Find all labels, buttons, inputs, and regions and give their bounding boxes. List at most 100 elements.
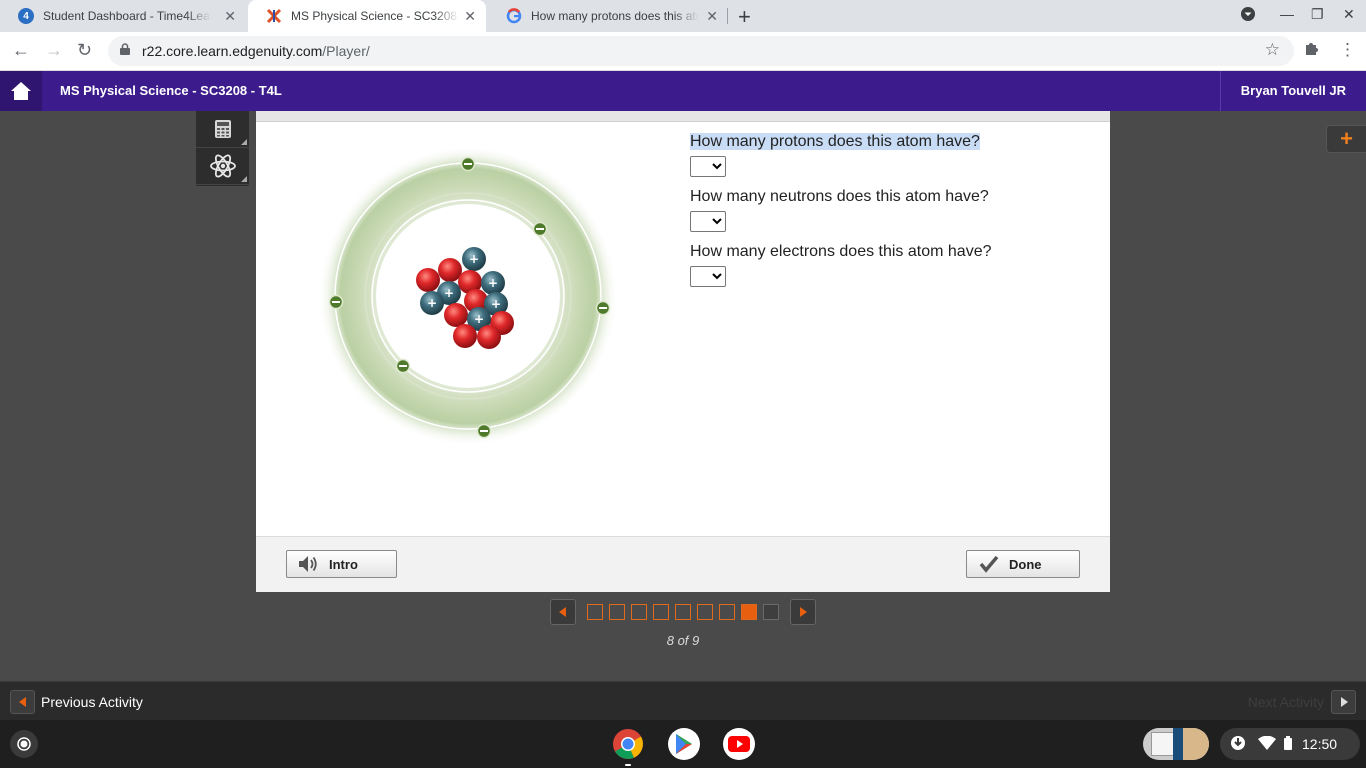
play-store-app-icon[interactable]	[668, 728, 700, 760]
tab-title: How many protons does this atom have	[531, 9, 699, 23]
svg-text:+: +	[491, 297, 501, 311]
tab-ms-physical-science[interactable]: MS Physical Science - SC3208 - T4L ✕	[248, 0, 486, 32]
chrome-app-icon[interactable]	[612, 728, 644, 760]
stage-footer: Intro Done	[256, 536, 1110, 592]
electron	[395, 358, 411, 374]
question-text: How many protons does this atom have?	[690, 133, 980, 150]
tab-student-dashboard[interactable]: 4 Student Dashboard - Time4Learning ✕	[0, 0, 246, 32]
more-menu-icon[interactable]: ⋮	[1339, 40, 1356, 60]
frame-box-4[interactable]	[653, 604, 669, 620]
frame-box-5[interactable]	[675, 604, 691, 620]
frame-box-9[interactable]	[763, 604, 779, 620]
frame-box-2[interactable]	[609, 604, 625, 620]
svg-text:+: +	[444, 286, 454, 300]
browser-toolbar: ← → ↻ r22.core.learn.edgenuity.com/Playe…	[0, 32, 1366, 71]
google-favicon-icon	[506, 8, 522, 24]
close-tab-icon[interactable]: ✕	[706, 8, 718, 25]
svg-text:+: +	[474, 312, 484, 326]
plus-icon: +	[1340, 126, 1353, 151]
tab-google-search[interactable]: How many protons does this atom have ✕	[488, 0, 728, 32]
activity-bar: Previous Activity Next Activity	[0, 681, 1366, 720]
next-activity-label: Next Activity	[1247, 694, 1324, 710]
extensions-puzzle-icon[interactable]	[1303, 40, 1320, 62]
question-neutrons: How many neutrons does this atom have?	[690, 186, 1090, 207]
checkmark-icon	[979, 555, 999, 573]
home-button[interactable]	[0, 71, 42, 111]
holding-space-thumbnail[interactable]	[1143, 728, 1209, 760]
active-app-indicator	[625, 764, 631, 766]
previous-activity-label[interactable]: Previous Activity	[41, 694, 143, 710]
left-triangle-icon	[559, 607, 566, 617]
add-note-button[interactable]: +	[1326, 125, 1366, 153]
course-header: MS Physical Science - SC3208 - T4L Bryan…	[0, 71, 1366, 111]
minimize-icon[interactable]: —	[1280, 6, 1294, 22]
frame-count: 8 of 9	[666, 633, 700, 648]
question-protons: How many protons does this atom have?	[690, 131, 1090, 152]
download-icon	[1230, 735, 1246, 754]
back-icon[interactable]: ←	[12, 40, 30, 61]
electron	[595, 300, 611, 316]
frame-box-8[interactable]	[741, 604, 757, 620]
proton	[444, 303, 468, 327]
tools-sidebar	[196, 111, 249, 186]
proton	[477, 325, 501, 349]
frame-box-3[interactable]	[631, 604, 647, 620]
url-path: /Player/	[322, 43, 370, 59]
close-tab-icon[interactable]: ✕	[464, 8, 476, 25]
close-window-icon[interactable]: ✕	[1343, 6, 1355, 23]
svg-text:+: +	[488, 276, 498, 290]
clock: 12:50	[1302, 736, 1338, 752]
browser-tab-strip: 4 Student Dashboard - Time4Learning ✕ MS…	[0, 0, 1366, 32]
battery-icon	[1284, 735, 1292, 753]
calculator-tool[interactable]	[196, 111, 249, 148]
os-shelf: 12:50	[0, 720, 1366, 768]
tab-separator	[727, 8, 728, 24]
left-triangle-icon	[18, 697, 26, 707]
previous-frame-button[interactable]	[550, 599, 576, 625]
wifi-icon	[1258, 735, 1276, 753]
previous-activity-button[interactable]	[10, 690, 35, 714]
electron	[476, 423, 492, 439]
atom-diagram: + + + + + +	[318, 146, 618, 446]
question-panel: How many protons does this atom have? Ho…	[690, 131, 1090, 296]
next-frame-button[interactable]	[790, 599, 816, 625]
neutrons-dropdown[interactable]	[690, 211, 726, 232]
atom-icon	[209, 154, 236, 178]
speaker-icon	[299, 556, 317, 572]
next-activity-button[interactable]	[1331, 690, 1356, 714]
restore-icon[interactable]: ❐	[1311, 6, 1324, 23]
youtube-app-icon[interactable]	[723, 728, 755, 760]
question-text: How many neutrons does this atom have?	[690, 188, 989, 205]
reload-icon[interactable]: ↻	[77, 40, 92, 61]
launcher-button[interactable]	[10, 730, 38, 758]
frame-box-7[interactable]	[719, 604, 735, 620]
protons-dropdown[interactable]	[690, 156, 726, 177]
right-triangle-icon	[800, 607, 807, 617]
question-electrons: How many electrons does this atom have?	[690, 241, 1090, 262]
proton	[438, 258, 462, 282]
url-host: r22.core.learn.edgenuity.com	[142, 43, 323, 59]
forward-icon[interactable]: →	[45, 40, 63, 61]
url-text: r22.core.learn.edgenuity.com/Player/	[142, 43, 370, 59]
frame-box-1[interactable]	[587, 604, 603, 620]
user-name[interactable]: Bryan Touvell JR	[1219, 71, 1366, 111]
address-bar[interactable]: r22.core.learn.edgenuity.com/Player/ ☆	[108, 36, 1294, 66]
svg-text:+: +	[469, 252, 479, 266]
new-tab-icon[interactable]: +	[738, 4, 751, 30]
course-title: MS Physical Science - SC3208 - T4L	[60, 83, 282, 98]
electron	[532, 221, 548, 237]
launcher-circle-icon	[17, 737, 31, 751]
bookmark-star-icon[interactable]: ☆	[1265, 40, 1280, 60]
electrons-dropdown[interactable]	[690, 266, 726, 287]
tab-title: MS Physical Science - SC3208 - T4L	[291, 9, 459, 23]
status-tray[interactable]: 12:50	[1220, 728, 1360, 760]
edgenuity-favicon-icon	[266, 8, 282, 24]
frame-box-6[interactable]	[697, 604, 713, 620]
periodic-table-tool[interactable]	[196, 148, 249, 185]
tab-search-icon[interactable]	[1240, 6, 1256, 25]
expand-corner-icon	[241, 139, 247, 145]
intro-button[interactable]: Intro	[286, 550, 397, 578]
stage-top-bar	[256, 111, 1110, 122]
close-tab-icon[interactable]: ✕	[224, 8, 236, 25]
done-button[interactable]: Done	[966, 550, 1080, 578]
